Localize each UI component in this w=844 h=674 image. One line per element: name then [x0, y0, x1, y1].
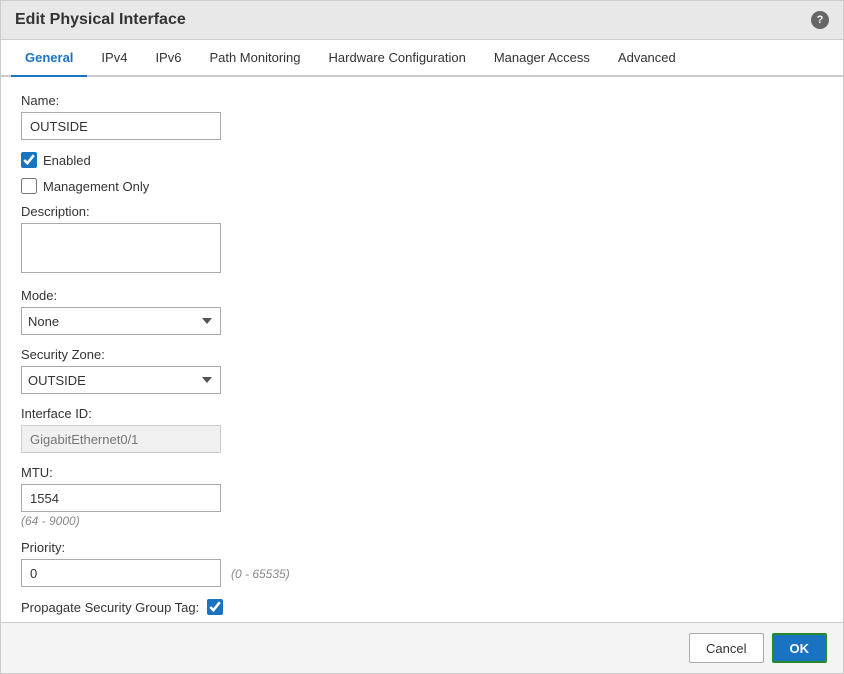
form-content: Name: Enabled Management Only Descriptio…: [1, 77, 843, 622]
interface-id-label: Interface ID:: [21, 406, 823, 421]
management-only-label[interactable]: Management Only: [43, 179, 149, 194]
tab-path-monitoring[interactable]: Path Monitoring: [195, 40, 314, 77]
dialog-title: Edit Physical Interface: [15, 11, 186, 29]
enabled-label[interactable]: Enabled: [43, 153, 91, 168]
tab-ipv6[interactable]: IPv6: [141, 40, 195, 77]
enabled-row: Enabled: [21, 152, 823, 168]
mtu-hint: (64 - 9000): [21, 514, 823, 528]
name-label: Name:: [21, 93, 823, 108]
priority-input[interactable]: [21, 559, 221, 587]
propagate-label: Propagate Security Group Tag:: [21, 600, 199, 615]
mtu-label: MTU:: [21, 465, 823, 480]
description-label: Description:: [21, 204, 823, 219]
priority-group: Priority: (0 - 65535): [21, 540, 823, 587]
tab-ipv4[interactable]: IPv4: [87, 40, 141, 77]
tab-advanced[interactable]: Advanced: [604, 40, 690, 77]
tab-hardware-configuration[interactable]: Hardware Configuration: [315, 40, 480, 77]
name-group: Name:: [21, 93, 823, 140]
priority-hint: (0 - 65535): [231, 567, 290, 581]
priority-label: Priority:: [21, 540, 823, 555]
mtu-input[interactable]: [21, 484, 221, 512]
description-group: Description:: [21, 204, 823, 276]
dialog-header: Edit Physical Interface ?: [1, 1, 843, 40]
dialog-footer: Cancel OK: [1, 622, 843, 673]
enabled-checkbox[interactable]: [21, 152, 37, 168]
tab-manager-access[interactable]: Manager Access: [480, 40, 604, 77]
propagate-row: Propagate Security Group Tag:: [21, 599, 823, 615]
help-icon[interactable]: ?: [811, 11, 829, 29]
interface-id-input: [21, 425, 221, 453]
mtu-group: MTU: (64 - 9000): [21, 465, 823, 528]
name-input[interactable]: [21, 112, 221, 140]
security-zone-select[interactable]: OUTSIDE INSIDE DMZ: [21, 366, 221, 394]
mode-label: Mode:: [21, 288, 823, 303]
cancel-button[interactable]: Cancel: [689, 633, 763, 663]
tabs-container: General IPv4 IPv6 Path Monitoring Hardwa…: [1, 40, 843, 77]
management-only-row: Management Only: [21, 178, 823, 194]
security-zone-label: Security Zone:: [21, 347, 823, 362]
description-input[interactable]: [21, 223, 221, 273]
management-only-checkbox[interactable]: [21, 178, 37, 194]
security-zone-group: Security Zone: OUTSIDE INSIDE DMZ: [21, 347, 823, 394]
propagate-checkbox[interactable]: [207, 599, 223, 615]
ok-button[interactable]: OK: [772, 633, 828, 663]
edit-physical-interface-dialog: Edit Physical Interface ? General IPv4 I…: [0, 0, 844, 674]
tab-general[interactable]: General: [11, 40, 87, 77]
mode-select[interactable]: None Passive Inline Inline Tap: [21, 307, 221, 335]
mode-group: Mode: None Passive Inline Inline Tap: [21, 288, 823, 335]
interface-id-group: Interface ID:: [21, 406, 823, 453]
